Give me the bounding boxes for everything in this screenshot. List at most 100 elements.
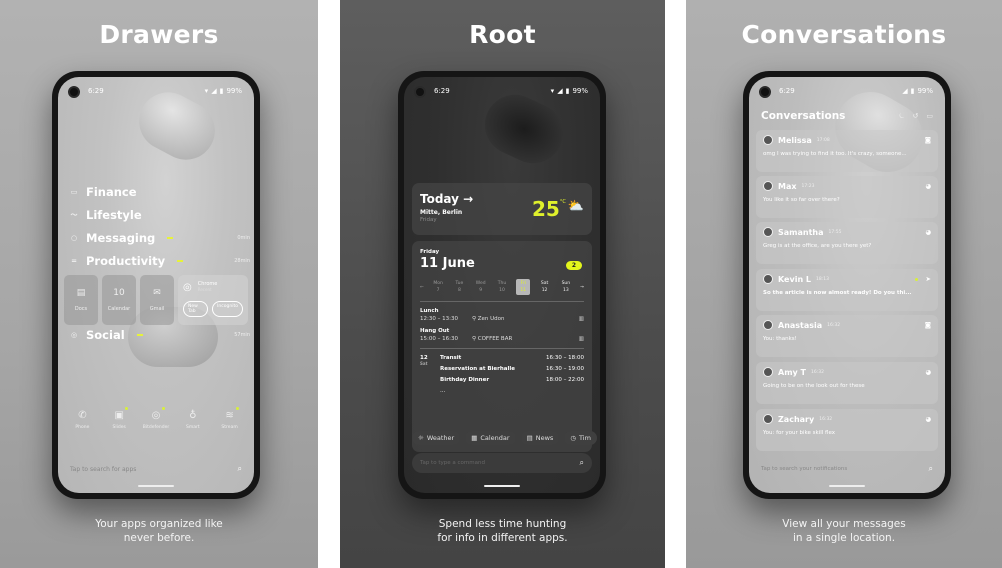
agenda-item[interactable]: Reservation at Bierhalle 16:30 – 19:00 bbox=[440, 366, 584, 372]
dock-app-stream[interactable]: ≋ Stream bbox=[217, 407, 243, 430]
command-input[interactable]: Tap to type a command ⌕ bbox=[412, 453, 592, 473]
week-day[interactable]: Tue 8 bbox=[452, 281, 466, 293]
usage-time: 57min bbox=[234, 332, 250, 338]
phone-frame: 6:29 ▾ ◢ ▮ 99% Today → Mitte, Berlin Friday… bbox=[398, 71, 606, 499]
drawer-messaging[interactable]: ○ Messaging 0min bbox=[70, 231, 250, 245]
message-preview: Going to be on the look out for these bbox=[763, 383, 865, 389]
usage-time: 0min bbox=[237, 235, 250, 241]
drawer-lifestyle[interactable]: 〜 Lifestyle bbox=[70, 208, 250, 222]
new-tab-button[interactable]: New Tab bbox=[183, 301, 209, 317]
dock-label: Bitdefender bbox=[142, 425, 170, 430]
snooze-icon[interactable]: ⏾ bbox=[899, 112, 905, 121]
calendar-date: 11 June bbox=[420, 256, 475, 271]
slides-icon: ▣ bbox=[114, 410, 124, 421]
app-chrome-expanded[interactable]: ◎ Chrome Recent New Tab Incognito bbox=[178, 275, 248, 325]
contact-name: Samantha bbox=[778, 227, 824, 237]
usage-time: 28min bbox=[234, 258, 250, 264]
home-indicator[interactable] bbox=[829, 485, 865, 487]
signal-icon: ◢ bbox=[902, 87, 908, 95]
prev-week-arrow-icon[interactable]: ← bbox=[420, 285, 424, 290]
agenda-item[interactable]: Transit 16:30 – 18:00 bbox=[440, 355, 584, 361]
incognito-button[interactable]: Incognito bbox=[212, 301, 243, 317]
calendar-card: Friday 11 June 2 ← Mon 7 Tue 8 Wed 9 Thu 10 … bbox=[412, 241, 592, 452]
week-day[interactable]: Mon 7 bbox=[431, 281, 445, 293]
conversation-item[interactable]: Melissa 17:08 ◙ omg I was trying to find i… bbox=[756, 130, 938, 172]
history-icon[interactable]: ↺ bbox=[913, 112, 919, 121]
quick-chips: ☼ Weather ▦ Calendar ▤ News ◷ Tim bbox=[412, 431, 597, 445]
map-icon[interactable]: ▥ bbox=[579, 336, 584, 342]
productivity-apps: ▤ Docs 10 Calendar ✉ Gmail ◎ Chrome Recen… bbox=[64, 275, 248, 325]
dock-app-slides[interactable]: ▣ Slides bbox=[106, 407, 132, 430]
inbox-icon[interactable]: ▭ bbox=[926, 112, 933, 121]
conversation-item[interactable]: Samantha 17:55 ◕ Greg is at the office, ar… bbox=[756, 222, 938, 264]
drawer-label: Social bbox=[86, 328, 125, 342]
day-number: 9 bbox=[479, 288, 483, 293]
event-item[interactable]: Lunch 12:30 – 13:30 ⚲ Zen Udon ▥ bbox=[420, 308, 584, 322]
drawer-productivity[interactable]: = Productivity 28min bbox=[70, 254, 250, 268]
contact-name: Amy T bbox=[778, 367, 806, 377]
phone-screen: 6:29 ◢ ▮ 99% Conversations ⏾ ↺ ▭ Melissa 17… bbox=[749, 77, 945, 493]
message-preview: omg I was trying to find it too. It's cr… bbox=[763, 151, 907, 157]
event-item[interactable]: Hang Out 15:00 – 16:30 ⚲ COFFEE BAR ▥ bbox=[420, 328, 584, 342]
contact-name: Melissa bbox=[778, 135, 812, 145]
dock-label: Slides bbox=[112, 425, 126, 430]
app-label: Docs bbox=[74, 306, 88, 312]
search-icon[interactable]: ⌕ bbox=[929, 464, 933, 474]
stream-icon: ≋ bbox=[225, 410, 234, 421]
chip-calendar[interactable]: ▦ Calendar bbox=[465, 431, 516, 445]
agenda-item[interactable]: Birthday Dinner 18:00 – 22:00 bbox=[440, 377, 584, 383]
app-docs[interactable]: ▤ Docs bbox=[64, 275, 98, 325]
map-icon[interactable]: ▥ bbox=[579, 316, 584, 322]
chip-news[interactable]: ▤ News bbox=[520, 431, 560, 445]
decorative-shape bbox=[475, 84, 573, 174]
weather-widget[interactable]: 25 °C ⛅ bbox=[532, 197, 584, 221]
caption-line: never before. bbox=[123, 531, 195, 544]
day-number: 10 bbox=[499, 288, 505, 293]
search-icon[interactable]: ⌕ bbox=[238, 464, 242, 474]
app-label: Calendar bbox=[107, 306, 131, 312]
week-day[interactable]: Sat 12 bbox=[538, 281, 552, 293]
drawer-finance[interactable]: ▭ Finance bbox=[70, 185, 250, 199]
caption-line: Spend less time hunting bbox=[438, 518, 567, 530]
week-day[interactable]: Sun 13 bbox=[559, 281, 573, 293]
phone-icon: ✆ bbox=[78, 410, 87, 421]
conversation-item-unread[interactable]: Kevin L 18:13 ➤ So the article is now almo… bbox=[756, 269, 938, 311]
drawer-social[interactable]: ◎ Social 57min bbox=[70, 328, 250, 342]
week-day[interactable]: Wed 9 bbox=[474, 281, 488, 293]
next-week-arrow-icon[interactable]: → bbox=[580, 285, 584, 290]
home-indicator[interactable] bbox=[138, 485, 174, 487]
caption-line: in a single location. bbox=[792, 531, 896, 544]
app-search-bar[interactable]: Tap to search for apps ⌕ bbox=[70, 459, 242, 479]
search-icon[interactable]: ⌕ bbox=[580, 458, 584, 468]
dock-app-phone[interactable]: ✆ Phone bbox=[69, 410, 95, 430]
whatsapp-icon: ◕ bbox=[925, 228, 931, 236]
day-number: 8 bbox=[457, 288, 461, 293]
message-preview: You: thanks! bbox=[763, 336, 797, 342]
chip-weather[interactable]: ☼ Weather bbox=[412, 431, 461, 445]
conversation-item[interactable]: Anastasia 16:32 ◙ You: thanks! bbox=[756, 315, 938, 357]
dock-label: Stream bbox=[221, 425, 238, 430]
status-bar: 6:29 ▾ ◢ ▮ 99% bbox=[434, 87, 588, 95]
dock-app-bitdefender[interactable]: ◎ Bitdefender bbox=[142, 407, 170, 430]
drawer-label: Lifestyle bbox=[86, 208, 142, 222]
social-icon: ◎ bbox=[70, 331, 78, 339]
calendar-icon: ▦ bbox=[471, 434, 478, 442]
chip-label: Tim bbox=[579, 434, 591, 442]
panel-title: Conversations bbox=[741, 20, 947, 49]
app-gmail[interactable]: ✉ Gmail bbox=[140, 275, 174, 325]
home-indicator[interactable] bbox=[484, 485, 520, 487]
today-card[interactable]: Today → Mitte, Berlin Friday 25 °C ⛅ bbox=[412, 183, 592, 235]
dock-app-smart[interactable]: ♁ Smart bbox=[180, 410, 206, 430]
notification-dot bbox=[235, 407, 239, 410]
chip-label: Calendar bbox=[480, 434, 510, 442]
chip-timer[interactable]: ◷ Tim bbox=[564, 431, 597, 445]
conversation-item[interactable]: Amy T 16:32 ◕ Going to be on the look out … bbox=[756, 362, 938, 404]
app-calendar[interactable]: 10 Calendar bbox=[102, 275, 136, 325]
week-day-selected[interactable]: Fri 11 bbox=[516, 279, 531, 295]
telegram-icon: ➤ bbox=[925, 275, 931, 283]
panel-caption: Your apps organized like never before. bbox=[0, 518, 318, 545]
week-day[interactable]: Thu 10 bbox=[495, 281, 509, 293]
conversation-item[interactable]: Zachary 16:32 ◕ You: for your bike skill f… bbox=[756, 409, 938, 451]
conversation-item[interactable]: Max 17:23 ◕ You like it so far over there? bbox=[756, 176, 938, 218]
notification-search-bar[interactable]: Tap to search your notifications ⌕ bbox=[761, 460, 933, 478]
